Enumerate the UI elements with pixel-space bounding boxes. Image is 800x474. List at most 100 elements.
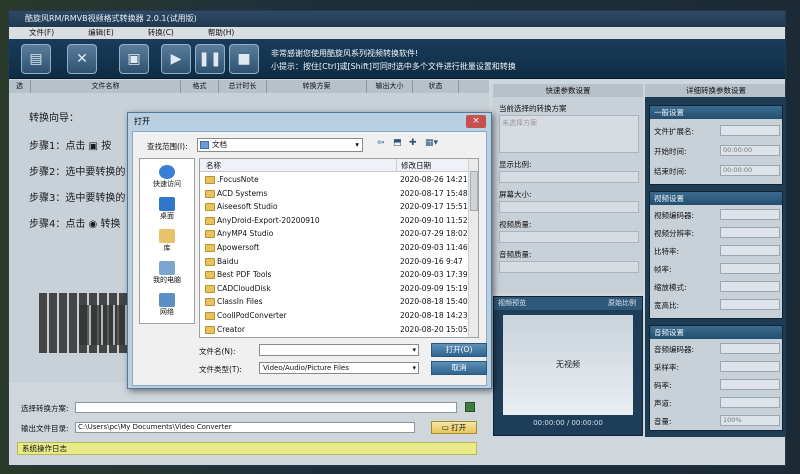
notice: 非常感谢您使用酷旋风系列视频转换软件! 小提示：按住[Ctrl]或[Shift]… (271, 47, 516, 73)
scheme-select-field[interactable] (75, 402, 457, 413)
menu-file[interactable]: 文件(F) (29, 27, 54, 39)
dialog-close-button[interactable]: × (466, 115, 486, 128)
menu-edit[interactable]: 编辑(E) (88, 27, 114, 39)
file-row[interactable]: Apowersoft 2020-09-03 11:46 (200, 241, 468, 255)
file-list-header-row: 名称 修改日期 (200, 159, 468, 172)
pause-button[interactable]: ❚❚ (195, 44, 225, 74)
place-library[interactable]: 库 (140, 229, 194, 253)
desktop-icon (159, 197, 175, 211)
file-row[interactable]: Baidu 2020-09-16 9:47 (200, 255, 468, 269)
video-resolution-select[interactable] (720, 227, 780, 238)
start-time-field[interactable]: 00:00:00 (720, 145, 780, 156)
file-list-scrollbar[interactable] (468, 159, 478, 337)
scale-mode-select[interactable] (720, 281, 780, 292)
scheme-select-label: 选择转换方案: (21, 404, 69, 413)
file-row[interactable]: .FocusNote 2020-08-26 14:21 (200, 173, 468, 187)
screen-size-select[interactable] (499, 201, 639, 213)
file-row[interactable]: ClassIn Files 2020-08-18 15:40 (200, 295, 468, 309)
scrollbar-thumb[interactable] (470, 171, 478, 211)
sample-rate-select[interactable] (720, 361, 780, 372)
col-format[interactable]: 格式 (181, 80, 219, 93)
place-quick-access[interactable]: 快速访问 (140, 165, 194, 189)
dialog-body: 查找范围(I): 文档 ▾ ⇦ ⬒ ✚ ▦▾ 快速访问 桌面 库 我的电脑 网络… (132, 131, 487, 386)
preview-ratio[interactable]: 原始比例 (608, 297, 636, 310)
end-time-field[interactable]: 00:00:00 (720, 165, 780, 176)
col-status[interactable]: 状态 (413, 80, 459, 93)
file-row[interactable]: AnyMP4 Studio 2020-07-29 18:02 (200, 227, 468, 241)
stop-button[interactable]: ■ (229, 44, 259, 74)
add-video-button[interactable]: ▤ (21, 44, 51, 74)
place-desktop[interactable]: 桌面 (140, 197, 194, 221)
cancel-button[interactable]: 取消 (431, 361, 487, 375)
folder-icon (205, 284, 215, 293)
settings-button[interactable]: ▣ (119, 44, 149, 74)
filetype-select[interactable]: Video/Audio/Picture Files ▾ (259, 362, 419, 374)
scale-mode-label: 缩放模式: (654, 283, 687, 292)
filename-input[interactable]: ▾ (259, 344, 419, 356)
ratio-select[interactable] (499, 171, 639, 183)
film-icon: ▤ (29, 51, 43, 67)
file-row[interactable]: Aiseesoft Studio 2020-09-17 15:51 (200, 200, 468, 214)
aspect-select[interactable] (720, 299, 780, 310)
video-quality-label: 视频质量: (499, 220, 532, 229)
detail-settings-panel: 一般设置 文件扩展名: 开始时间: 00:00:00 结束时间: 00:00:0… (645, 97, 785, 437)
framerate-select[interactable] (720, 263, 780, 274)
convert-button[interactable]: ▶ (161, 44, 191, 74)
save-icon[interactable] (465, 402, 475, 412)
bitrate-select[interactable] (720, 245, 780, 256)
output-dir-field[interactable]: C:\Users\pc\My Documents\Video Converter (75, 422, 415, 433)
remove-button[interactable]: ✕ (67, 44, 97, 74)
menu-help[interactable]: 帮助(H) (208, 27, 235, 39)
notice-title: 非常感谢您使用酷旋风系列视频转换软件! (271, 49, 419, 58)
place-computer[interactable]: 我的电脑 (140, 261, 194, 285)
open-button[interactable]: 打开(O) (431, 343, 487, 357)
file-row[interactable]: AnyDroid-Export-20200910 2020-09-10 11:52 (200, 214, 468, 228)
back-icon[interactable]: ⇦ (377, 138, 385, 148)
col-outsize[interactable]: 输出大小 (367, 80, 413, 93)
header-date[interactable]: 修改日期 (396, 159, 431, 172)
audio-encoder-select[interactable] (720, 343, 780, 354)
audio-bitrate-select[interactable] (720, 379, 780, 390)
folder-icon: ▭ (441, 423, 449, 432)
header-name[interactable]: 名称 (206, 159, 221, 172)
quick-settings-header: 快速参数设置 (493, 84, 643, 97)
lookin-label: 查找范围(I): (147, 142, 188, 151)
bitrate-label: 比特率: (654, 247, 680, 256)
lookin-combo[interactable]: 文档 ▾ (197, 138, 363, 152)
folder-icon (205, 298, 215, 307)
preview-screen: 无视频 (503, 315, 633, 415)
ext-select[interactable] (720, 125, 780, 136)
file-row[interactable]: CoolIPodConverter 2020-08-18 14:23 (200, 309, 468, 323)
open-folder-button[interactable]: ▭ 打开 (431, 421, 477, 434)
video-encoder-select[interactable] (720, 209, 780, 220)
preview-header: 视频预览 原始比例 (494, 297, 642, 310)
col-duration[interactable]: 总计时长 (219, 80, 267, 93)
computer-icon (159, 261, 175, 275)
place-network[interactable]: 网络 (140, 293, 194, 317)
file-row[interactable]: Creator 2020-08-20 15:05 (200, 323, 468, 337)
log-bar: 系统操作日志 (17, 442, 477, 455)
volume-select[interactable]: 100% (720, 415, 780, 426)
view-menu-icon[interactable]: ▦▾ (425, 138, 438, 148)
menu-convert[interactable]: 转换(C) (148, 27, 174, 39)
channels-select[interactable] (720, 397, 780, 408)
folder-icon (205, 189, 215, 198)
video-settings: 视频设置 视频编码器: 视频分辨率: 比特率: 帧率: 缩放模式: 宽高比: (649, 191, 783, 319)
pause-icon: ❚❚ (198, 51, 222, 67)
col-filename[interactable]: 文件名称 (31, 80, 181, 93)
file-row[interactable]: Best PDF Tools 2020-09-03 17:39 (200, 268, 468, 282)
file-row[interactable]: ACD Systems 2020-08-17 15:48 (200, 187, 468, 201)
video-quality-select[interactable] (499, 231, 639, 243)
video-settings-title: 视频设置 (650, 192, 782, 205)
file-list-header: 选 文件名称 格式 总计时长 转换方案 输出大小 状态 (9, 80, 489, 93)
window-title: 酷旋风RM/RMVB视频格式转换器 2.0.1(试用版) (9, 11, 785, 27)
file-row[interactable]: CADCloudDisk 2020-09-09 15:19 (200, 282, 468, 296)
new-folder-icon[interactable]: ✚ (409, 138, 417, 148)
scheme-field[interactable]: 未选择方案 (499, 115, 639, 153)
file-list-view[interactable]: 名称 修改日期 .FocusNote 2020-08-26 14:21 ACD S… (199, 158, 479, 338)
star-icon (159, 165, 175, 179)
audio-quality-select[interactable] (499, 261, 639, 273)
col-scheme[interactable]: 转换方案 (267, 80, 367, 93)
col-select[interactable]: 选 (9, 80, 31, 93)
up-folder-icon[interactable]: ⬒ (393, 138, 402, 148)
